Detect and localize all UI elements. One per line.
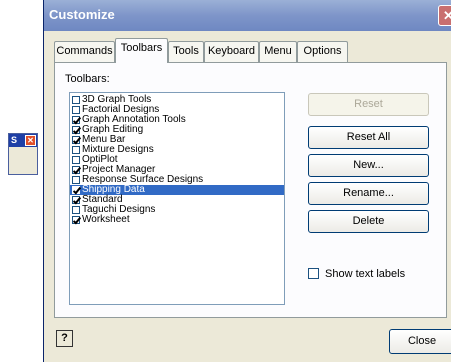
customize-dialog: Customize ✕ Commands Toolbars Tools Keyb… [43, 0, 451, 362]
checkbox-checked-icon[interactable] [72, 196, 80, 204]
checkbox-checked-icon[interactable] [72, 216, 80, 224]
toolbars-label: Toolbars: [65, 73, 110, 85]
tab-commands[interactable]: Commands [54, 41, 115, 62]
toolbars-panel: Toolbars: 3D Graph Tools Factorial Design… [54, 62, 447, 318]
floating-toolbar-body [9, 147, 37, 174]
floating-toolbar-title[interactable]: S ✕ [9, 134, 37, 147]
checkbox-icon[interactable] [72, 106, 80, 114]
checkbox-icon[interactable] [72, 206, 80, 214]
dialog-title: Customize [49, 7, 115, 22]
checkbox-icon[interactable] [308, 268, 319, 279]
close-button[interactable]: Close [389, 329, 451, 354]
floating-toolbar[interactable]: S ✕ [8, 133, 38, 175]
close-icon[interactable]: ✕ [25, 135, 36, 146]
checkbox-checked-icon[interactable] [72, 116, 80, 124]
delete-button[interactable]: Delete [308, 210, 429, 233]
reset-button[interactable]: Reset [308, 93, 429, 116]
title-bar[interactable]: Customize ✕ [44, 0, 451, 31]
tab-tools[interactable]: Tools [168, 41, 204, 62]
show-text-labels-checkbox[interactable]: Show text labels [308, 268, 405, 280]
checkbox-icon[interactable] [72, 96, 80, 104]
checkbox-checked-icon[interactable] [72, 136, 80, 144]
checkbox-checked-icon[interactable] [72, 166, 80, 174]
tab-keyboard[interactable]: Keyboard [204, 41, 259, 62]
new-button[interactable]: New... [308, 154, 429, 177]
checkbox-checked-icon[interactable] [72, 126, 80, 134]
tab-toolbars[interactable]: Toolbars [115, 38, 168, 63]
help-button[interactable]: ? [56, 330, 73, 347]
tab-menu[interactable]: Menu [259, 41, 297, 62]
toolbars-list[interactable]: 3D Graph Tools Factorial Designs Graph Ann… [69, 92, 285, 305]
checkbox-icon[interactable] [72, 176, 80, 184]
checkbox-icon[interactable] [72, 146, 80, 154]
list-item[interactable]: Worksheet [70, 215, 284, 225]
list-item-label: Worksheet [82, 214, 130, 225]
close-icon[interactable]: ✕ [438, 5, 451, 26]
reset-all-button[interactable]: Reset All [308, 126, 429, 149]
show-text-labels-label: Show text labels [325, 268, 406, 280]
checkbox-checked-icon[interactable] [72, 186, 80, 194]
tab-options[interactable]: Options [297, 41, 348, 62]
floating-toolbar-title-text: S [11, 135, 18, 145]
checkbox-icon[interactable] [72, 156, 80, 164]
rename-button[interactable]: Rename... [308, 182, 429, 205]
